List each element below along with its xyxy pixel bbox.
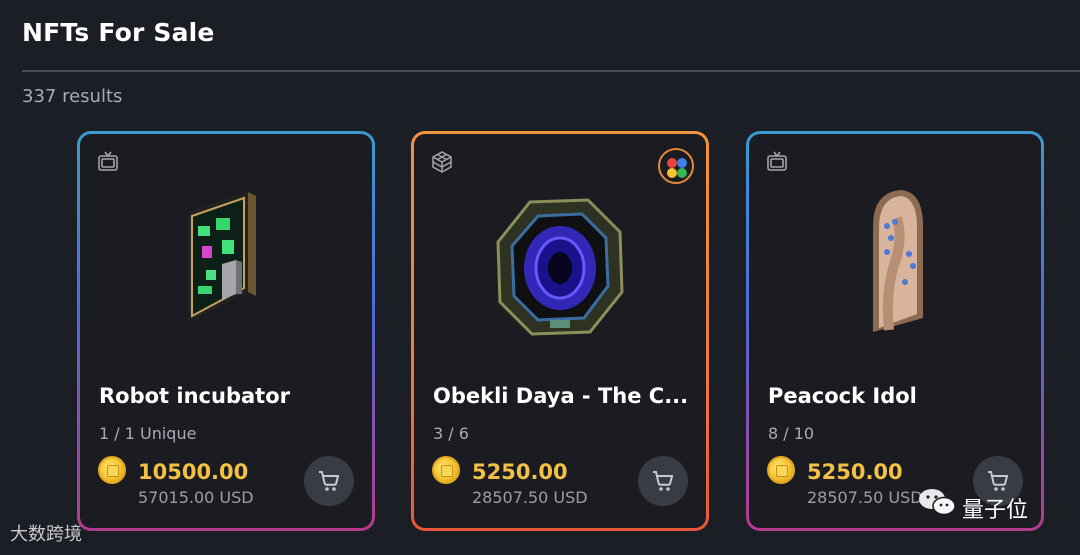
peacock-idol-artwork [873,190,923,332]
cart-icon [319,471,340,491]
nft-card-obekli-daya[interactable]: Obekli Daya - The C... 3 / 6 5250.00 285… [411,131,709,531]
cube-icon [432,151,452,173]
wechat-logo-icon [919,489,956,516]
add-to-cart-button[interactable] [304,456,354,506]
nft-card-robot-incubator[interactable]: Robot incubator 1 / 1 Unique 10500.00 57… [77,131,375,531]
coin-icon [767,456,795,484]
cart-icon [653,471,674,491]
cart-icon [988,471,1009,491]
card-name[interactable]: Peacock Idol [768,384,917,408]
coin-icon [98,456,126,484]
card-price: 5250.00 [472,460,568,484]
add-to-cart-button[interactable] [638,456,688,506]
page-title: NFTs For Sale [22,18,215,47]
watermark-left-text: 大数跨境 [10,524,82,545]
robot-incubator-artwork [188,192,256,322]
card-edition: 1 / 1 Unique [99,424,197,443]
card-usd-price: 28507.50 USD [807,488,923,507]
tv-icon [98,151,118,171]
card-edition: 8 / 10 [768,424,815,443]
colored-dots-badge-icon[interactable] [658,148,694,184]
tv-icon [767,151,787,171]
card-name[interactable]: Obekli Daya - The C... [433,384,688,408]
watermark-right-text: 量子位 [962,498,1029,523]
results-count: 337 results [22,86,123,107]
header-divider [22,70,1080,72]
coin-icon [432,456,460,484]
card-edition: 3 / 6 [433,424,469,443]
obekli-daya-artwork [496,198,624,336]
card-name[interactable]: Robot incubator [99,384,290,408]
card-usd-price: 57015.00 USD [138,488,254,507]
card-price: 5250.00 [807,460,903,484]
card-price: 10500.00 [138,460,249,484]
card-usd-price: 28507.50 USD [472,488,588,507]
nft-card-peacock-idol[interactable]: Peacock Idol 8 / 10 5250.00 28507.50 USD [746,131,1044,531]
watermark-left: 大数跨境 [10,520,82,546]
